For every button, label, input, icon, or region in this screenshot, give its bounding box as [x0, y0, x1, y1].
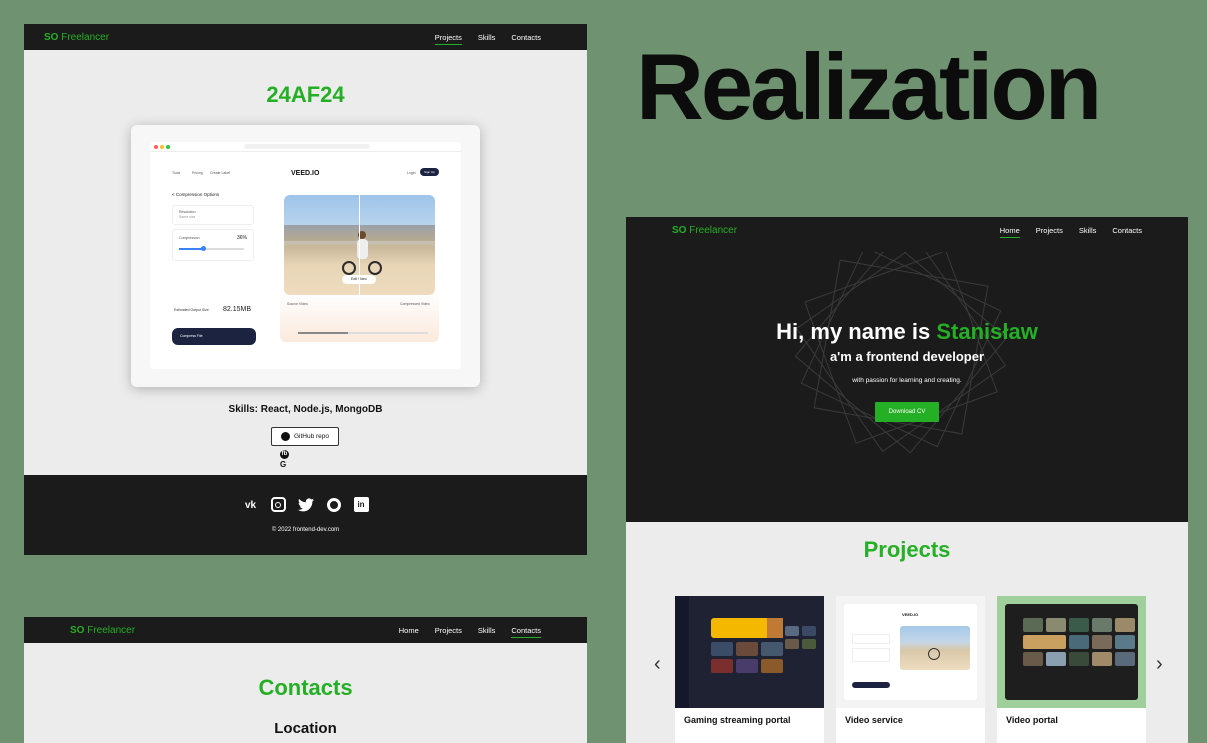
contacts-title: Contacts — [258, 675, 353, 700]
nav-projects[interactable]: Projects — [435, 626, 462, 638]
mock-compression-panel: Compression 36% — [172, 229, 254, 261]
mock-estimated-label: Estimated Output Size — [174, 308, 209, 312]
hero-greeting: Hi, my name is Stanisław — [776, 319, 1038, 344]
logo[interactable]: SO Freelancer — [70, 625, 135, 636]
location-heading: Location — [274, 720, 337, 737]
contacts-page-frame: SO Freelancer Home Projects Skills Conta… — [24, 617, 587, 743]
project-card[interactable]: Gaming streaming portal — [675, 596, 824, 743]
project-card-label: Gaming streaming portal — [684, 715, 791, 725]
nav-skills[interactable]: Skills — [478, 33, 496, 45]
linkedin-icon[interactable]: in — [353, 497, 369, 512]
mock-source-label: Source Video — [287, 302, 308, 306]
project-thumbnail: VEED.IO — [836, 596, 985, 708]
twitter-icon[interactable] — [297, 497, 314, 513]
github-repo-button[interactable]: GitHub repo — [271, 427, 339, 446]
home-page-frame: SO Freelancer Home Projects Skills Conta… — [626, 217, 1188, 743]
hero-section: SO Freelancer Home Projects Skills Conta… — [626, 217, 1188, 522]
mock-menu-create: Create Label — [210, 171, 231, 175]
nav-home[interactable]: Home — [399, 626, 419, 638]
nav-links: Home Projects Skills Contacts — [399, 626, 541, 638]
mock-preview-bg — [280, 292, 439, 342]
mock-signup: Sign Up — [420, 168, 439, 176]
project-title: 24AF24 — [266, 82, 345, 107]
projects-title: Projects — [863, 537, 951, 562]
nav-projects[interactable]: Projects — [1036, 226, 1063, 238]
nav-home[interactable]: Home — [999, 226, 1020, 238]
skills-text: Skills: React, Node.js, MongoDB — [228, 404, 383, 415]
project-card-label: Video portal — [1006, 715, 1058, 725]
nav-skills[interactable]: Skills — [478, 626, 496, 638]
mock-back: < Compression Options — [172, 192, 220, 197]
mock-estimated-value: 82.15MB — [223, 306, 252, 313]
download-cv-button[interactable]: Download CV — [875, 402, 939, 422]
nav-links: Home Projects Skills Contacts — [999, 226, 1142, 238]
nav-links: Projects Skills Contacts — [434, 33, 541, 45]
navbar: SO Freelancer Projects Skills Contacts — [24, 24, 587, 50]
hero-tagline: with passion for learning and creating. — [852, 377, 962, 384]
logo[interactable]: SO Freelancer — [672, 225, 737, 236]
project-page-frame: SO Freelancer Projects Skills Contacts 2… — [24, 24, 587, 555]
facebook-icon[interactable]: fb — [280, 450, 289, 459]
nav-projects[interactable]: Projects — [434, 33, 462, 45]
carousel-next-icon[interactable]: › — [1156, 653, 1163, 676]
nav-skills[interactable]: Skills — [1079, 226, 1097, 238]
github-social-icon[interactable] — [326, 497, 342, 513]
hero-subtitle: a'm a frontend developer — [829, 349, 985, 364]
mock-menu-pricing: Pricing — [192, 171, 203, 175]
mock-login: Login — [407, 171, 416, 175]
mock-compressed-label: Compressed Video — [400, 302, 430, 306]
nav-contacts[interactable]: Contacts — [511, 626, 541, 638]
carousel-prev-icon[interactable]: ‹ — [654, 653, 661, 676]
copyright: © 2022 frontend-dev.com — [271, 527, 340, 533]
navbar: SO Freelancer Home Projects Skills Conta… — [24, 617, 587, 643]
github-button-label: GitHub repo — [293, 433, 330, 440]
project-screenshot: Tools Pricing Create Label VEED.IO Login… — [131, 125, 480, 387]
nav-contacts[interactable]: Contacts — [1112, 226, 1142, 238]
project-card[interactable]: VEED.IO Video service — [836, 596, 985, 743]
github-icon — [280, 432, 290, 441]
project-thumbnail — [675, 596, 824, 708]
instagram-icon[interactable] — [270, 497, 286, 512]
navbar: SO Freelancer Home Projects Skills Conta… — [626, 217, 1188, 243]
mock-compress-button: Compress File — [172, 328, 256, 345]
veed-mockup: Tools Pricing Create Label VEED.IO Login… — [150, 142, 461, 369]
vk-icon[interactable]: vk — [243, 497, 259, 513]
realization-headline: Realization — [636, 34, 1102, 139]
project-card[interactable]: Video portal — [997, 596, 1146, 743]
mock-menu-tools: Tools — [172, 171, 181, 175]
mock-resolution-panel: Resolution Same size — [172, 205, 254, 225]
nav-contacts[interactable]: Contacts — [511, 33, 541, 45]
project-thumbnail — [997, 596, 1146, 708]
google-icon[interactable]: G — [280, 460, 286, 469]
footer: vk in © 2022 frontend-dev.com — [24, 475, 587, 555]
veed-logo: VEED.IO — [291, 170, 320, 177]
hero-name: Stanisław — [936, 319, 1038, 344]
browser-bar — [150, 142, 461, 152]
social-links: vk in — [24, 497, 587, 513]
project-card-label: Video service — [845, 715, 903, 725]
logo[interactable]: SO Freelancer — [44, 32, 109, 43]
